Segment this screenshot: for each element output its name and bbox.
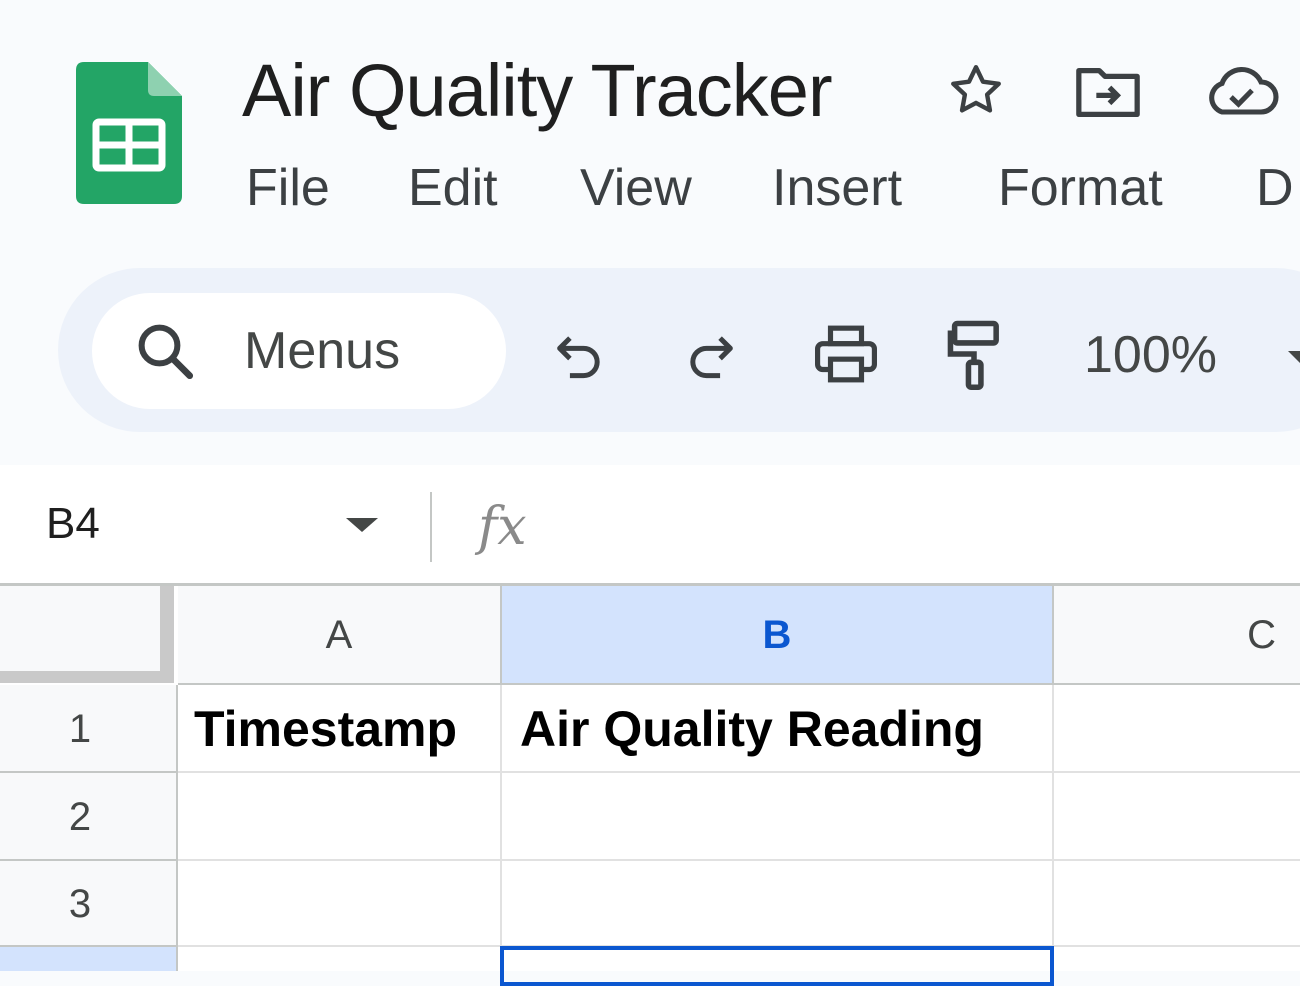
cell-a4[interactable]	[178, 947, 502, 971]
menus-search-label[interactable]: Menus	[244, 318, 400, 384]
grid-top-border	[0, 583, 1300, 586]
cell-a2[interactable]	[178, 773, 502, 861]
cell-c1[interactable]	[1054, 685, 1300, 773]
document-title[interactable]: Air Quality Tracker	[242, 46, 833, 136]
cell-c2[interactable]	[1054, 773, 1300, 861]
cell-b1[interactable]: Air Quality Reading	[502, 685, 1054, 773]
row-header-2[interactable]: 2	[0, 773, 178, 861]
column-header-b[interactable]: B	[502, 585, 1054, 685]
active-cell-b4[interactable]	[500, 946, 1054, 986]
spreadsheet-grid: A B C 1 Timestamp Air Quality Reading 2 …	[0, 583, 1300, 971]
name-box-dropdown-icon[interactable]	[344, 516, 380, 534]
menu-file[interactable]: File	[246, 152, 330, 224]
row-header-1[interactable]: 1	[0, 685, 178, 773]
redo-icon[interactable]	[682, 318, 740, 390]
cloud-saved-icon[interactable]	[1200, 56, 1280, 126]
print-icon[interactable]	[808, 318, 884, 390]
menu-bar: File Edit View Insert Format D	[0, 152, 1300, 224]
formula-bar	[0, 465, 1300, 583]
select-all-corner[interactable]	[0, 585, 174, 683]
formula-bar-divider	[430, 492, 432, 562]
cell-a3[interactable]	[178, 861, 502, 947]
menu-format[interactable]: Format	[998, 152, 1163, 224]
app-header: Air Quality Tracker File Edit View Inser…	[0, 0, 1300, 465]
cell-c4[interactable]	[1054, 947, 1300, 971]
zoom-dropdown-icon[interactable]	[1288, 330, 1300, 380]
zoom-level[interactable]: 100%	[1084, 322, 1217, 388]
cell-a1[interactable]: Timestamp	[178, 685, 502, 773]
cell-b3[interactable]	[502, 861, 1054, 947]
star-icon[interactable]	[940, 56, 1012, 126]
name-box[interactable]: B4	[46, 496, 100, 552]
fx-icon: fx	[478, 497, 527, 557]
undo-icon[interactable]	[550, 318, 608, 390]
menu-data[interactable]: D	[1256, 152, 1294, 224]
search-icon	[138, 324, 194, 380]
row-header-3[interactable]: 3	[0, 861, 178, 947]
row-header-4[interactable]	[0, 947, 178, 971]
cell-b2[interactable]	[502, 773, 1054, 861]
menu-view[interactable]: View	[580, 152, 692, 224]
menu-edit[interactable]: Edit	[408, 152, 498, 224]
paint-format-icon[interactable]	[942, 318, 1006, 390]
column-header-a[interactable]: A	[178, 585, 502, 685]
column-header-c[interactable]: C	[1054, 585, 1300, 685]
cell-c3[interactable]	[1054, 861, 1300, 947]
menu-insert[interactable]: Insert	[772, 152, 902, 224]
move-to-folder-icon[interactable]	[1072, 56, 1144, 126]
